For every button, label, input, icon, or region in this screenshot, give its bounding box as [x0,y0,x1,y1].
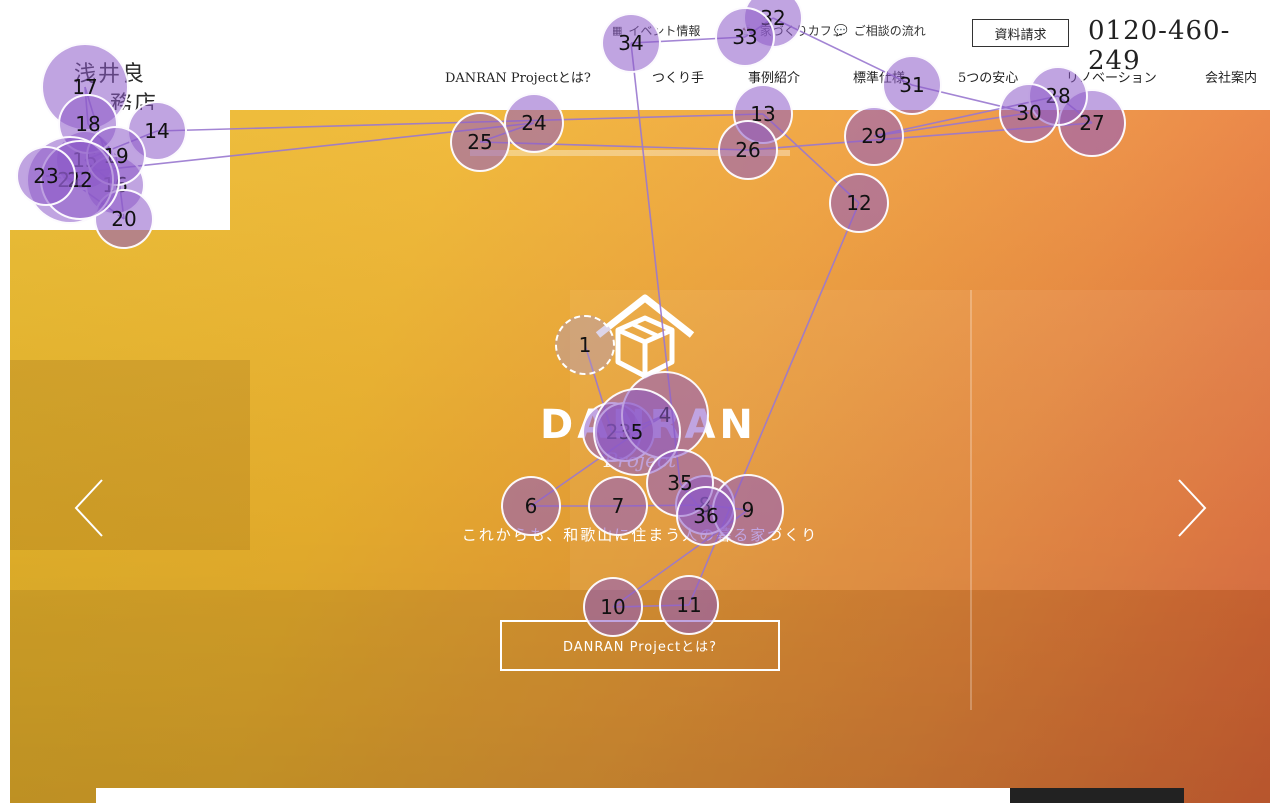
calendar-icon: ▦ [612,24,623,37]
logo-backdrop [10,110,230,230]
house-box-logo-icon [595,294,695,379]
brand-name: DANRAN [540,402,757,448]
chevron-left-icon[interactable] [72,478,106,538]
gaze-saccade [911,84,1030,114]
event-link[interactable]: ▦ イベント情報 [612,22,700,39]
chat-icon: 💬 [834,24,848,37]
cafe-link-label: 家づくりカフェ [759,24,844,38]
logo-line-1: 浅井良 [74,62,147,87]
nav-standard-spec[interactable]: 標準仕様 [853,67,905,86]
flow-link[interactable]: 💬 ご相談の流れ [834,22,926,39]
request-materials-button[interactable]: 資料請求 [972,19,1069,47]
nav-renovation[interactable]: リノベーション [1066,67,1157,86]
nav-makers[interactable]: つくり手 [652,67,704,86]
nav-cases[interactable]: 事例紹介 [748,67,800,86]
danran-project-cta-button[interactable]: DANRAN Projectとは? [500,620,780,671]
nav-five-assurances[interactable]: 5つの安心 [958,67,1018,86]
bottom-dark-tab[interactable] [1010,788,1184,803]
bottom-panel [96,788,1010,803]
cafe-link[interactable]: ☕ 家づくりカフェ [740,22,844,39]
flow-link-label: ご相談の流れ [853,24,926,38]
cafe-icon: ☕ [740,24,754,37]
nav-company[interactable]: 会社案内 [1205,67,1257,86]
nav-danran-project[interactable]: DANRAN Projectとは? [445,67,591,86]
chevron-right-icon[interactable] [1175,478,1209,538]
hero-tagline: これからも、和歌山に住まう人の暮る家づくり [461,526,819,544]
brand-script: Project [603,448,677,472]
hero-bg-beam [470,150,790,156]
event-link-label: イベント情報 [628,24,701,38]
hero-bg-wall [10,360,250,550]
